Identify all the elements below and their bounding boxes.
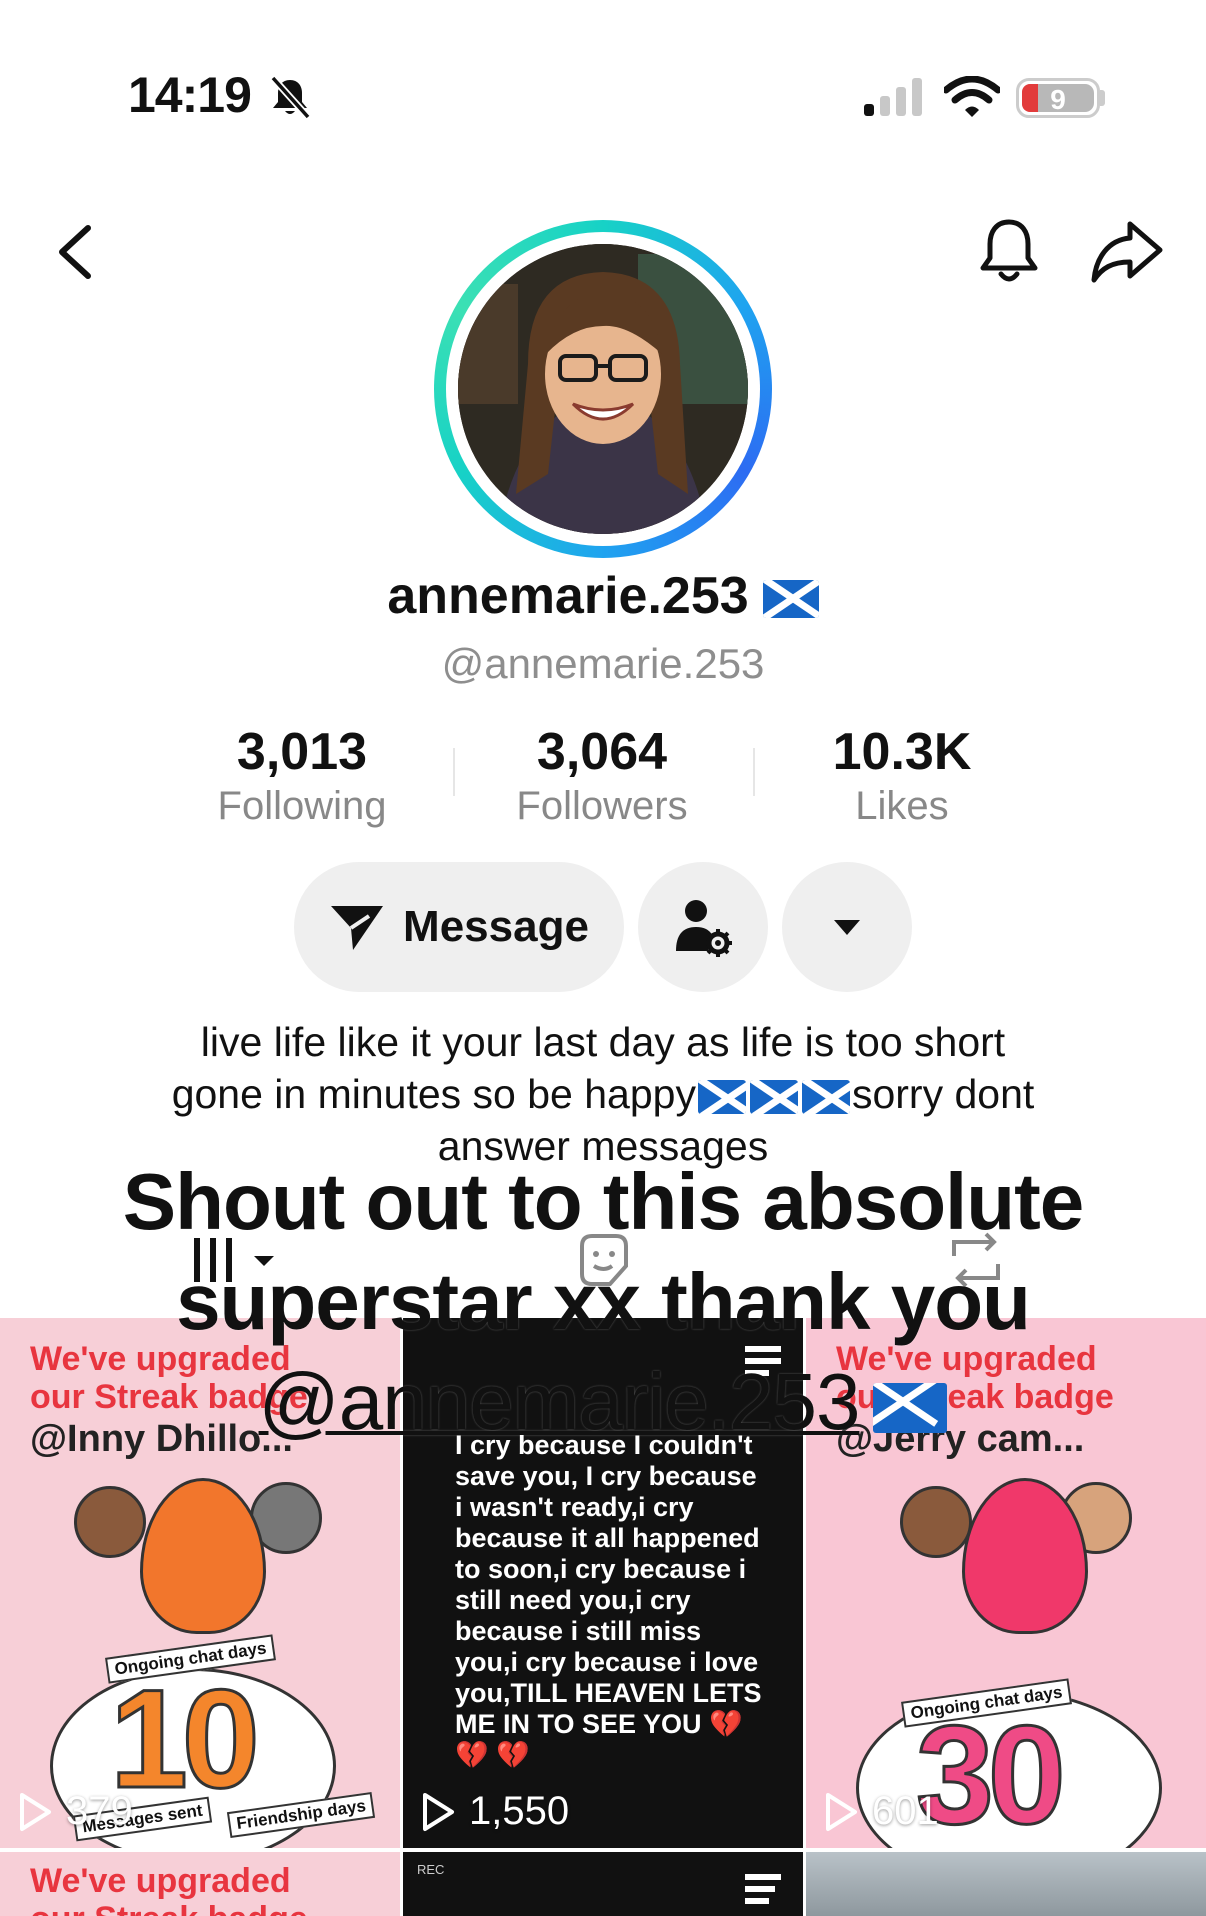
caption-menu-icon	[745, 1874, 781, 1904]
battery-cap	[1100, 90, 1105, 106]
bell-muted-icon	[270, 75, 311, 120]
scotland-flag-icon	[749, 1080, 798, 1115]
stat-divider	[753, 748, 755, 796]
play-count: 379	[18, 1789, 133, 1834]
person-settings-icon	[676, 900, 732, 957]
scotland-flag-icon	[762, 580, 819, 619]
bio: live life like it your last day as life …	[100, 1016, 1106, 1172]
cell-signal-icon	[864, 78, 922, 116]
play-count-value: 379	[66, 1789, 133, 1833]
video-title: We've upgraded our Streak badge	[30, 1862, 308, 1916]
battery-level: 9	[1050, 84, 1066, 115]
message-label: Message	[403, 902, 589, 951]
message-button[interactable]: Message	[294, 862, 624, 992]
bio-line-1: live life like it your last day as life …	[200, 1019, 1006, 1065]
shout-line-2: superstar xx thank you	[176, 1257, 1031, 1346]
rec-label: REC	[417, 1862, 445, 1877]
display-name: annemarie.253	[387, 567, 749, 625]
likes-count: 10.3K	[832, 723, 972, 781]
bio-line-2: gone in minutes so be happy sorry dont	[100, 1068, 1106, 1120]
shout-out-overlay: Shout out to this absolute superstar xx …	[60, 1152, 1146, 1452]
avatar-sticker	[74, 1486, 146, 1558]
followers-label: Followers	[516, 784, 688, 828]
avatar[interactable]	[458, 244, 748, 534]
following-count: 3,013	[236, 723, 368, 781]
status-time: 14:19	[128, 67, 252, 123]
friend-settings-button[interactable]	[638, 862, 768, 992]
followers-count: 3,064	[536, 723, 668, 781]
scotland-flag-icon	[697, 1080, 746, 1115]
play-count: 601	[824, 1789, 939, 1834]
play-icon	[423, 1792, 454, 1831]
battery-icon: 9	[1016, 78, 1100, 118]
play-count: 1,550	[421, 1789, 569, 1834]
scotland-flag-icon	[801, 1080, 850, 1115]
stat-likes[interactable]: 10.3K Likes	[772, 722, 1032, 829]
display-name-row: annemarie.253	[0, 566, 1206, 626]
avatar-photo	[458, 244, 748, 534]
stat-divider	[453, 748, 455, 796]
video-tile[interactable]: REC	[403, 1852, 803, 1916]
play-count-value: 1,550	[469, 1789, 570, 1833]
play-icon	[826, 1792, 857, 1831]
back-icon[interactable]	[52, 222, 98, 282]
share-icon[interactable]	[1090, 218, 1164, 284]
bio-line-2b: sorry dont	[851, 1071, 1035, 1117]
video-tile[interactable]: We've upgraded our Streak badge	[0, 1852, 400, 1916]
play-count-value: 601	[872, 1789, 939, 1833]
shout-line-1: Shout out to this absolute	[122, 1157, 1085, 1246]
video-tile[interactable]	[806, 1852, 1206, 1916]
bio-line-2a: gone in minutes so be happy	[171, 1071, 696, 1117]
stat-followers[interactable]: 3,064 Followers	[472, 722, 732, 829]
likes-label: Likes	[855, 784, 949, 828]
wifi-icon	[944, 76, 1000, 117]
chevron-down-icon	[834, 920, 860, 935]
more-options-button[interactable]	[782, 862, 912, 992]
send-icon	[331, 906, 384, 950]
username: @annemarie.253	[441, 640, 765, 687]
stat-following[interactable]: 3,013 Following	[172, 722, 432, 829]
video-caption: I cry because I couldn't save you, I cry…	[455, 1430, 762, 1770]
avatar-sticker	[900, 1486, 972, 1558]
notification-bell-icon[interactable]	[976, 216, 1042, 286]
play-icon	[20, 1792, 51, 1831]
shout-mention: @annemarie.253	[258, 1357, 861, 1446]
scotland-flag-icon	[873, 1382, 948, 1433]
following-label: Following	[217, 784, 387, 828]
flame-mascot-icon	[140, 1478, 266, 1634]
